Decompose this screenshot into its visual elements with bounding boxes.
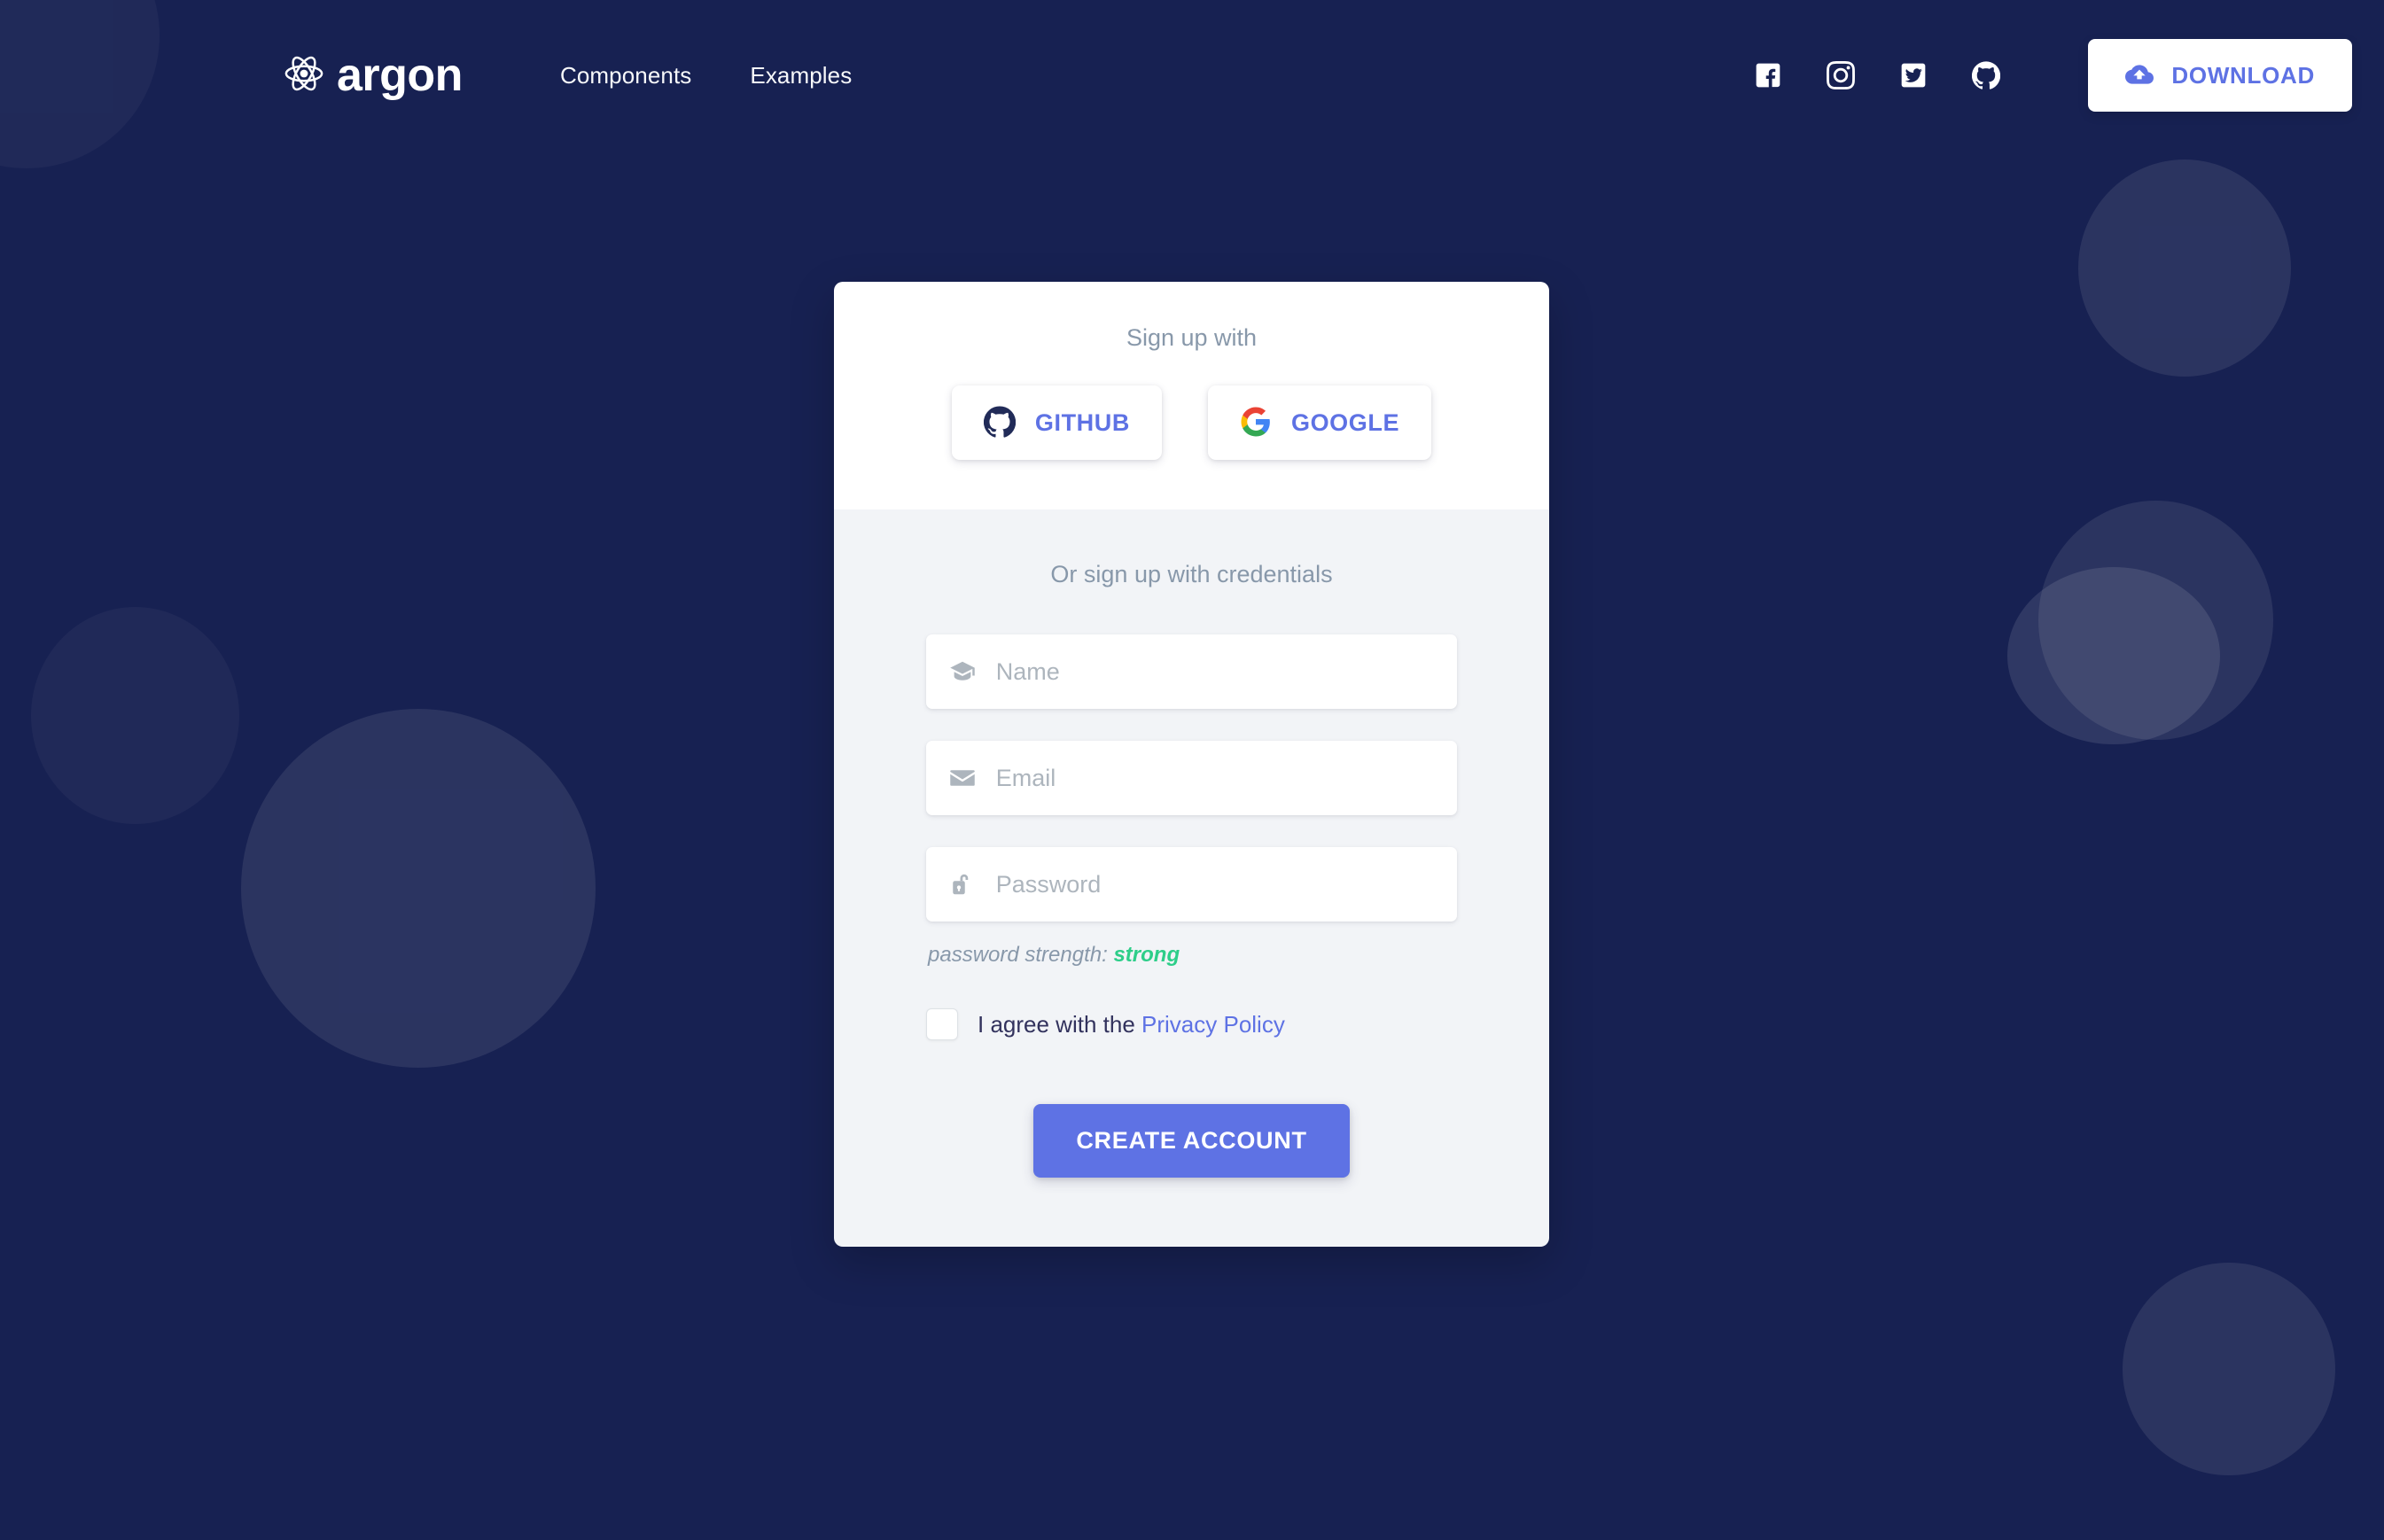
password-input[interactable] xyxy=(995,870,1434,898)
google-signup-button[interactable]: GOOGLE xyxy=(1207,385,1432,460)
bg-circle-mid-left xyxy=(31,607,239,824)
name-field[interactable] xyxy=(926,634,1457,709)
brand-name: argon xyxy=(337,50,463,101)
bg-circle-bottom-right xyxy=(2123,1263,2335,1475)
nav-link-components[interactable]: Components xyxy=(560,62,691,89)
signup-card-body: Or sign up with credentials passwo xyxy=(834,509,1549,1247)
password-strength-prefix: password strength: xyxy=(928,943,1108,967)
social-signup-buttons: GITHUB GOOGLE xyxy=(834,385,1549,460)
atom-icon xyxy=(284,53,324,98)
submit-row: CREATE ACCOUNT xyxy=(926,1104,1457,1178)
envelope-icon xyxy=(949,763,977,793)
facebook-icon[interactable] xyxy=(1749,57,1787,94)
instagram-icon[interactable] xyxy=(1822,57,1859,94)
email-field[interactable] xyxy=(926,741,1457,815)
password-strength-indicator: password strength: strong xyxy=(928,943,1457,968)
download-button-label: DOWNLOAD xyxy=(2171,61,2315,89)
password-field[interactable] xyxy=(926,847,1457,922)
credentials-label: Or sign up with credentials xyxy=(1050,561,1333,587)
twitter-icon[interactable] xyxy=(1895,57,1932,94)
navbar-right-group: DOWNLOAD xyxy=(1749,39,2352,112)
nav-link-examples[interactable]: Examples xyxy=(750,62,852,89)
email-input[interactable] xyxy=(995,764,1434,792)
signup-card: Sign up with GITHUB GOOGLE Or sign up wi… xyxy=(834,282,1549,1247)
privacy-agreement-row: I agree with the Privacy Policy xyxy=(926,1008,1457,1040)
signup-card-header: Sign up with GITHUB GOOGLE xyxy=(834,282,1549,509)
top-navbar: argon Components Examples DOWNLOAD xyxy=(0,0,2384,151)
create-account-button[interactable]: CREATE ACCOUNT xyxy=(1033,1104,1350,1178)
cloud-download-icon xyxy=(2125,60,2154,91)
privacy-agreement-checkbox[interactable] xyxy=(926,1008,958,1040)
download-button[interactable]: DOWNLOAD xyxy=(2088,39,2352,112)
graduation-cap-icon xyxy=(949,657,977,687)
nav-links: Components Examples xyxy=(560,62,852,89)
github-signup-button[interactable]: GITHUB xyxy=(951,385,1162,460)
brand-logo[interactable]: argon xyxy=(284,52,463,98)
name-input[interactable] xyxy=(995,657,1434,686)
google-icon xyxy=(1240,406,1272,440)
bg-circle-right-lower xyxy=(2007,567,2220,744)
password-strength-value: strong xyxy=(1113,943,1180,967)
google-signup-label: GOOGLE xyxy=(1290,408,1400,436)
signup-with-label: Sign up with xyxy=(1126,324,1258,351)
privacy-agreement-text: I agree with the xyxy=(978,1010,1135,1038)
github-icon xyxy=(983,405,1017,440)
privacy-policy-link[interactable]: Privacy Policy xyxy=(1141,1011,1285,1038)
unlocked-padlock-icon xyxy=(949,869,977,899)
github-signup-label: GITHUB xyxy=(1034,408,1130,436)
bg-circle-top-right xyxy=(2078,159,2291,377)
github-icon[interactable] xyxy=(1967,57,2005,94)
privacy-agreement-label: I agree with the Privacy Policy xyxy=(978,1011,1285,1038)
bg-circle-large-left xyxy=(241,709,596,1068)
